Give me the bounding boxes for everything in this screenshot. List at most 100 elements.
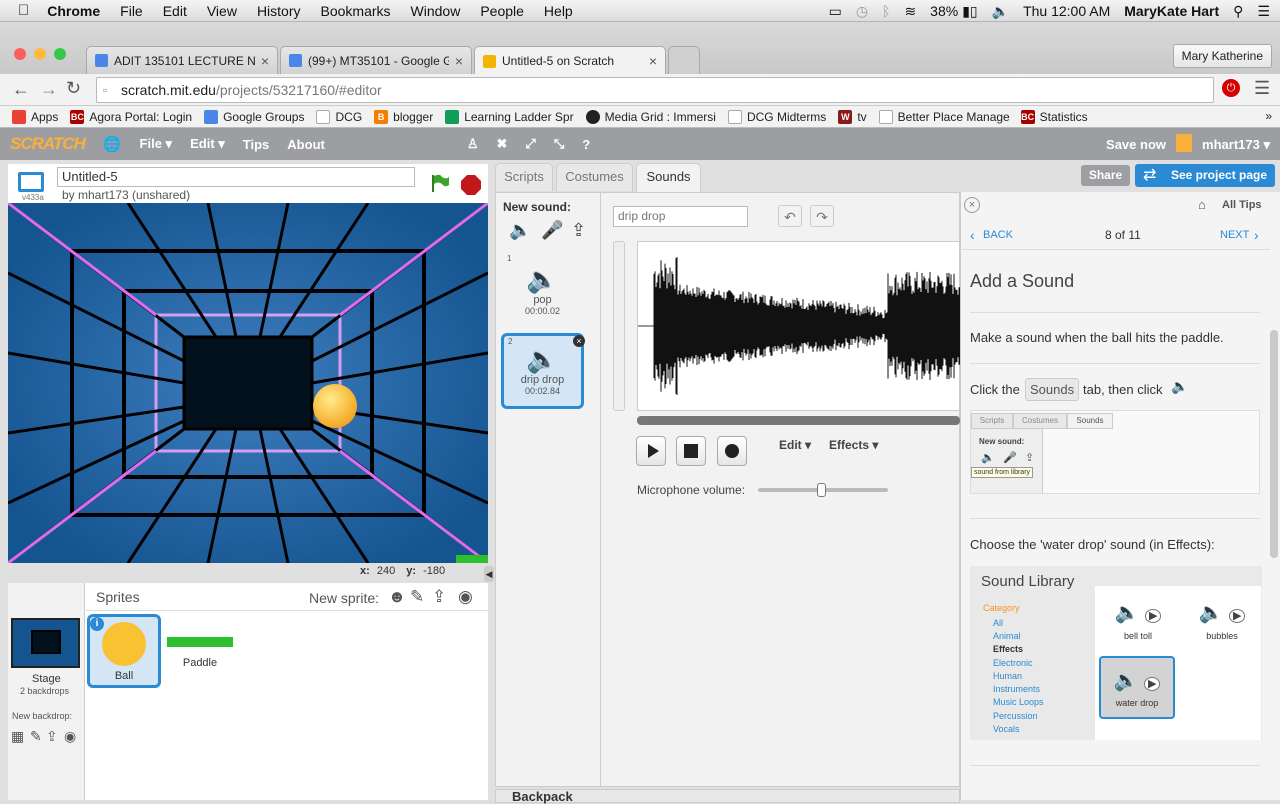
stage-thumbnail[interactable] (11, 618, 80, 668)
minimize-window-button[interactable] (34, 48, 46, 60)
home-icon[interactable]: ⌂ (1198, 197, 1206, 212)
info-icon[interactable]: i (90, 617, 104, 631)
save-now-link[interactable]: Save now (1106, 137, 1166, 152)
stop-sign-icon[interactable] (460, 174, 482, 196)
record-button[interactable] (717, 436, 747, 466)
menu-edit[interactable]: Edit (163, 3, 187, 19)
sprite-library-icon[interactable]: ☻ (388, 587, 406, 607)
backpack-bar[interactable]: Backpack (495, 789, 960, 804)
upload-backdrop-icon[interactable]: ⇪ (46, 728, 58, 745)
address-bar[interactable]: ▫ scratch.mit.edu/projects/53217160/#edi… (96, 77, 1214, 103)
fullscreen-icon[interactable] (18, 172, 44, 192)
redo-icon[interactable]: ↷ (810, 205, 834, 227)
next-chevron-icon[interactable]: › (1254, 227, 1259, 243)
menu-history[interactable]: History (257, 3, 301, 19)
waveform-scrollbar[interactable] (637, 416, 960, 425)
back-chevron-icon[interactable]: ‹ (970, 227, 975, 243)
menubar-user[interactable]: MaryKate Hart (1124, 3, 1219, 19)
share-button[interactable]: Share (1081, 165, 1130, 186)
paint-backdrop-icon[interactable]: ✎ (30, 728, 42, 745)
browser-tab[interactable]: ADIT 135101 LECTURE NO × (86, 46, 278, 74)
zoom-window-button[interactable] (54, 48, 66, 60)
menu-about[interactable]: About (287, 137, 325, 152)
tips-scrollbar[interactable] (1270, 330, 1278, 558)
forward-arrow-icon[interactable]: → (40, 79, 58, 100)
wifi-icon[interactable]: ≋ (904, 3, 916, 20)
bookmark-item[interactable]: DCG Midterms (727, 109, 826, 124)
camera-backdrop-icon[interactable]: ◉ (64, 728, 76, 745)
menu-help[interactable]: Help (544, 3, 573, 19)
stage-canvas[interactable] (8, 203, 488, 563)
user-avatar[interactable] (1176, 134, 1192, 152)
effects-menu-button[interactable]: Effects ▾ (829, 438, 878, 452)
bookmark-item[interactable]: Better Place Manage (878, 109, 1009, 124)
undo-icon[interactable]: ↶ (778, 205, 802, 227)
spotlight-icon[interactable]: ⚲ (1233, 3, 1243, 20)
bookmark-item[interactable]: Bblogger (374, 109, 433, 124)
menu-file-scratch[interactable]: File ▾ (140, 136, 173, 152)
cut-tool-icon[interactable]: ✖ (497, 136, 508, 152)
bookmark-apps[interactable]: Apps (12, 109, 58, 124)
bookmark-item[interactable]: Media Grid : Immersi (585, 109, 716, 124)
shrink-tool-icon[interactable]: ⤡ (554, 136, 564, 152)
battery-percent[interactable]: 38% (930, 3, 958, 19)
mic-volume-handle[interactable] (817, 483, 826, 497)
chrome-menu-icon[interactable]: ☰ (1254, 78, 1270, 99)
menu-bookmarks[interactable]: Bookmarks (321, 3, 391, 19)
bookmark-item[interactable]: BC Statistics (1020, 109, 1088, 124)
close-window-button[interactable] (14, 48, 26, 60)
sound-item-pop[interactable]: 1 🔈 pop 00:00.02 (501, 252, 584, 324)
battery-icon[interactable]: ▮▯ (962, 3, 977, 20)
globe-icon[interactable]: 🌐 (103, 135, 122, 153)
green-flag-icon[interactable] (430, 174, 450, 192)
time-machine-icon[interactable]: ◷ (856, 3, 868, 20)
duplicate-tool-icon[interactable]: ♙ (467, 136, 479, 152)
bookmarks-overflow-icon[interactable]: » (1265, 109, 1272, 123)
play-button[interactable] (636, 436, 666, 466)
bookmark-item[interactable]: DCG (316, 109, 362, 124)
collapse-stage-icon[interactable]: ◀ (484, 566, 494, 582)
menu-window[interactable]: Window (411, 3, 461, 19)
sprite-thumb-ball[interactable]: i Ball (87, 614, 161, 688)
edit-menu-button[interactable]: Edit ▾ (779, 438, 811, 452)
close-tips-icon[interactable]: × (964, 197, 980, 213)
backdrop-library-icon[interactable]: ▦ (11, 728, 24, 745)
volume-icon[interactable]: 🔈 (992, 3, 1009, 20)
paint-sprite-icon[interactable]: ✎ (410, 587, 424, 607)
scratch-logo[interactable]: SCRATCH (10, 134, 86, 154)
browser-tab[interactable]: (99+) MT35101 - Google G × (280, 46, 472, 74)
reload-icon[interactable]: ↻ (66, 78, 81, 99)
delete-sound-icon[interactable]: × (573, 335, 585, 347)
bluetooth-icon[interactable]: ᛒ (882, 3, 890, 19)
sprite-thumb-paddle[interactable]: Paddle (163, 614, 237, 688)
help-tool-icon[interactable]: ? (582, 137, 590, 152)
upload-sprite-icon[interactable]: ⇪ (432, 587, 446, 607)
close-tab-icon[interactable]: × (261, 53, 269, 69)
close-tab-icon[interactable]: × (649, 53, 657, 69)
stop-button[interactable] (676, 436, 706, 466)
menu-tips[interactable]: Tips (243, 137, 270, 152)
browser-tab-active[interactable]: Untitled-5 on Scratch × (474, 46, 666, 75)
close-tab-icon[interactable]: × (455, 53, 463, 69)
extension-icon[interactable]: ⏻ (1222, 79, 1240, 97)
volume-scroll-track[interactable] (613, 241, 625, 411)
user-menu[interactable]: mhart173 ▾ (1202, 137, 1270, 153)
tab-sounds[interactable]: Sounds (636, 163, 701, 193)
sound-item-drip-drop[interactable]: 2 × 🔈 drip drop 00:02.84 (501, 333, 585, 409)
sound-name-input[interactable]: drip drop (613, 206, 748, 227)
bookmark-item[interactable]: BC Agora Portal: Login (70, 109, 192, 124)
profile-button[interactable]: Mary Katherine (1172, 44, 1272, 68)
new-tab-button[interactable] (668, 46, 700, 74)
grow-tool-icon[interactable]: ⤢ (525, 136, 535, 152)
bookmark-item[interactable]: Google Groups (204, 109, 304, 124)
notification-center-icon[interactable]: ☰ (1257, 3, 1270, 20)
menu-people[interactable]: People (480, 3, 524, 19)
bookmark-item[interactable]: Learning Ladder Spr (445, 109, 574, 124)
ball-sprite[interactable] (312, 383, 358, 429)
menu-app-name[interactable]: Chrome (47, 3, 100, 19)
tips-back-button[interactable]: BACK (983, 229, 1013, 241)
tab-scripts[interactable]: Scripts (495, 163, 553, 191)
project-title-input[interactable]: Untitled-5 (57, 167, 415, 187)
apple-icon[interactable]:  (18, 2, 29, 19)
menu-view[interactable]: View (207, 3, 237, 19)
